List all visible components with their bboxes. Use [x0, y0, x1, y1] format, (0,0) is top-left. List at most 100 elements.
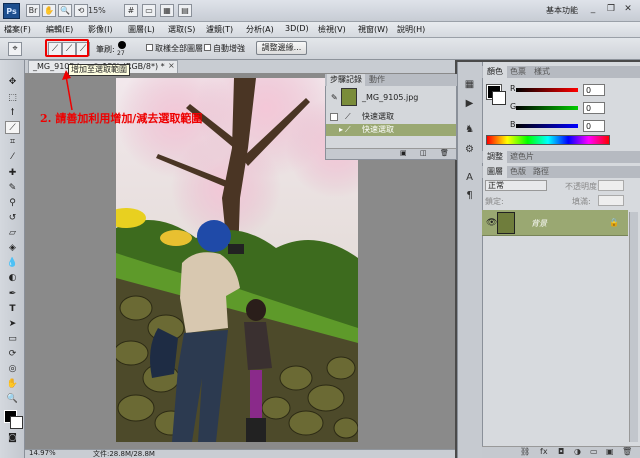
3d-orbit-tool-icon[interactable]: ◎: [5, 363, 20, 376]
minimize-button[interactable]: _: [587, 4, 599, 16]
new-snapshot-icon[interactable]: ◫: [420, 149, 427, 157]
tab-styles[interactable]: 樣式: [530, 66, 554, 78]
tab-channels[interactable]: 色版: [506, 166, 530, 178]
actions-panel-icon[interactable]: ▶: [461, 96, 478, 111]
pen-tool-icon[interactable]: ✒: [5, 288, 20, 301]
eyedropper-tool-icon[interactable]: ⁄: [5, 151, 20, 164]
layer-name[interactable]: 背景: [531, 218, 547, 229]
healing-brush-tool-icon[interactable]: ✚: [5, 167, 20, 180]
layout-icon[interactable]: ▤: [178, 4, 192, 17]
screen-mode-icon[interactable]: ▭: [142, 4, 156, 17]
delete-state-icon[interactable]: 🗑: [440, 149, 449, 157]
opacity-field[interactable]: [598, 180, 624, 191]
tool-preset-icon[interactable]: ⌖: [8, 42, 22, 56]
menu-analysis[interactable]: 分析(A): [246, 24, 274, 35]
move-tool-icon[interactable]: ✥: [5, 76, 20, 89]
link-layers-icon[interactable]: ⛓: [520, 446, 530, 458]
history-brush-tool-icon[interactable]: ↺: [5, 212, 20, 225]
menu-view[interactable]: 檢視(V): [318, 24, 346, 35]
quick-mask-icon[interactable]: ◙: [5, 432, 20, 445]
paragraph-panel-icon[interactable]: ¶: [461, 188, 478, 203]
refine-edge-button[interactable]: 調整邊緣...: [256, 41, 307, 55]
grid-icon[interactable]: #: [124, 4, 138, 17]
workspace-switcher[interactable]: 基本功能: [546, 5, 578, 16]
menu-filter[interactable]: 濾鏡(T): [206, 24, 233, 35]
red-slider[interactable]: [516, 88, 578, 92]
color-spectrum[interactable]: [486, 135, 610, 145]
snapshot-brush-icon[interactable]: ✎: [331, 93, 338, 102]
quick-selection-step-icon: ⟋: [345, 125, 351, 134]
green-value-field[interactable]: 0: [583, 102, 605, 114]
tab-layers[interactable]: 圖層: [483, 166, 507, 178]
bridge-icon[interactable]: Br: [26, 4, 40, 17]
character-panel-icon[interactable]: A: [461, 170, 478, 185]
menu-file[interactable]: 檔案(F): [4, 24, 31, 35]
close-tab-icon[interactable]: ×: [168, 61, 175, 70]
menu-image[interactable]: 影像(I): [88, 24, 113, 35]
zoom-tool-icon[interactable]: 🔍: [5, 393, 20, 406]
hand-tool-icon[interactable]: ✋: [42, 4, 56, 17]
path-selection-tool-icon[interactable]: ➤: [5, 318, 20, 331]
tab-history[interactable]: 步驟記錄: [327, 74, 365, 86]
type-tool-icon[interactable]: T: [5, 303, 20, 316]
close-button[interactable]: ✕: [622, 4, 634, 16]
history-source-box[interactable]: [330, 113, 338, 121]
photo-canvas[interactable]: [116, 78, 358, 442]
history-panel-icon[interactable]: ▦: [461, 77, 478, 92]
3d-panel-icon[interactable]: ♞: [461, 122, 478, 137]
new-adjustment-layer-icon[interactable]: ◑: [574, 446, 581, 458]
dodge-tool-icon[interactable]: ◐: [5, 272, 20, 285]
brush-preview[interactable]: [118, 41, 126, 49]
history-snapshot-thumbnail[interactable]: [341, 88, 357, 106]
add-mask-icon[interactable]: ◘: [558, 446, 564, 458]
blue-value-field[interactable]: 0: [583, 120, 605, 132]
tab-masks[interactable]: 遮色片: [506, 151, 538, 163]
arrange-documents-icon[interactable]: ▦: [160, 4, 174, 17]
menu-edit[interactable]: 編輯(E): [46, 24, 73, 35]
blend-mode-select[interactable]: 正常: [485, 180, 547, 191]
eraser-tool-icon[interactable]: ▱: [5, 227, 20, 240]
sample-all-layers-checkbox[interactable]: [146, 44, 153, 51]
restore-button[interactable]: ❐: [605, 4, 617, 16]
delete-layer-icon[interactable]: 🗑: [622, 446, 632, 458]
clone-stamp-tool-icon[interactable]: ⚲: [5, 197, 20, 210]
menu-select[interactable]: 選取(S): [168, 24, 195, 35]
green-slider[interactable]: [516, 106, 578, 110]
shape-tool-icon[interactable]: ▭: [5, 333, 20, 346]
zoom-icon[interactable]: 🔍: [58, 4, 72, 17]
new-group-icon[interactable]: ▭: [590, 446, 598, 458]
zoom-level-select[interactable]: 15%: [88, 4, 116, 17]
marquee-tool-icon[interactable]: ⬚: [5, 92, 20, 105]
info-panel-icon[interactable]: ⚙: [461, 142, 478, 157]
crop-tool-icon[interactable]: ⌗: [5, 136, 20, 149]
tab-color[interactable]: 顏色: [483, 66, 507, 78]
3d-rotate-tool-icon[interactable]: ⟳: [5, 348, 20, 361]
hand-tool-icon[interactable]: ✋: [5, 378, 20, 391]
menu-window[interactable]: 視窗(W): [358, 24, 388, 35]
fill-field[interactable]: [598, 195, 624, 206]
blur-tool-icon[interactable]: 💧: [5, 257, 20, 270]
tab-adjustments[interactable]: 調整: [483, 151, 507, 163]
menu-3d[interactable]: 3D(D): [285, 24, 309, 33]
red-value-field[interactable]: 0: [583, 84, 605, 96]
layer-visibility-eye-icon[interactable]: 👁: [486, 218, 497, 228]
new-layer-icon[interactable]: ▣: [606, 446, 614, 458]
color-panel-background[interactable]: [492, 91, 506, 105]
rotate-view-icon[interactable]: ⟲: [74, 4, 88, 17]
brush-tool-icon[interactable]: ✎: [5, 182, 20, 195]
auto-enhance-checkbox[interactable]: [204, 44, 211, 51]
menu-layer[interactable]: 圖層(L): [128, 24, 155, 35]
quick-selection-tool-icon[interactable]: ⟋: [5, 121, 20, 134]
blue-slider[interactable]: [516, 124, 578, 128]
new-document-from-state-icon[interactable]: ▣: [400, 149, 407, 157]
menu-help[interactable]: 說明(H): [397, 24, 425, 35]
layers-scrollbar[interactable]: [629, 212, 638, 442]
tab-actions[interactable]: 動作: [366, 74, 388, 86]
lasso-tool-icon[interactable]: ꝉ: [5, 107, 20, 120]
paint-bucket-tool-icon[interactable]: ◈: [5, 242, 20, 255]
zoom-percentage[interactable]: 14.97%: [29, 449, 56, 457]
tab-swatches[interactable]: 色票: [506, 66, 530, 78]
background-color-swatch[interactable]: [10, 416, 23, 429]
tab-paths[interactable]: 路徑: [529, 166, 553, 178]
layer-style-icon[interactable]: fx: [540, 446, 548, 458]
